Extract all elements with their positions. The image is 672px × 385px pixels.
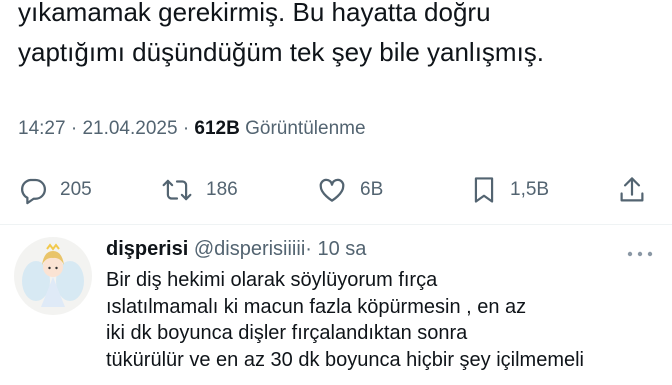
like-button[interactable]: 6B (316, 170, 383, 210)
bookmark-count: 1,5B (510, 179, 550, 200)
reply-tweet[interactable]: dişperisi @disperisiiiii· 10 sa Bir diş … (0, 225, 672, 385)
like-count: 6B (360, 179, 384, 200)
reply-icon (18, 175, 48, 205)
reply-text: Bir diş hekimi olarak söylüyorum fırça ı… (106, 269, 584, 371)
reply-author-name[interactable]: dişperisi (106, 238, 188, 260)
meta-separator: · (70, 118, 78, 139)
reply-time[interactable]: 10 sa (318, 238, 367, 260)
reply-author-handle[interactable]: @disperisiiiii (194, 238, 305, 260)
retweet-icon (160, 175, 194, 205)
action-bar: 205 186 6B 1,5B (18, 170, 650, 210)
tweet-meta: 14:27 · 21.04.2025 · 612B Görüntülenme (18, 118, 366, 140)
like-icon (316, 175, 348, 205)
reply-separator: · (305, 238, 312, 260)
bookmark-icon (470, 175, 498, 205)
share-button[interactable] (618, 170, 646, 210)
share-icon (618, 175, 646, 205)
views-count: 612B (194, 118, 240, 139)
tweet-time[interactable]: 14:27 (18, 118, 66, 139)
avatar[interactable] (14, 237, 92, 315)
tweet-text: yıkamamak gerekirmiş. Bu hayatta doğru y… (18, 0, 545, 67)
retweet-count: 186 (206, 179, 238, 200)
views-label: Görüntülenme (245, 118, 366, 139)
bookmark-button[interactable]: 1,5B (470, 170, 549, 210)
meta-separator: · (182, 118, 190, 139)
reply-count: 205 (60, 179, 92, 200)
reply-header: dişperisi @disperisiiiii· 10 sa (106, 237, 366, 261)
tweet-date[interactable]: 21.04.2025 (82, 118, 177, 139)
more-options-icon[interactable] (626, 245, 654, 263)
retweet-button[interactable]: 186 (160, 170, 238, 210)
reply-button[interactable]: 205 (18, 170, 92, 210)
